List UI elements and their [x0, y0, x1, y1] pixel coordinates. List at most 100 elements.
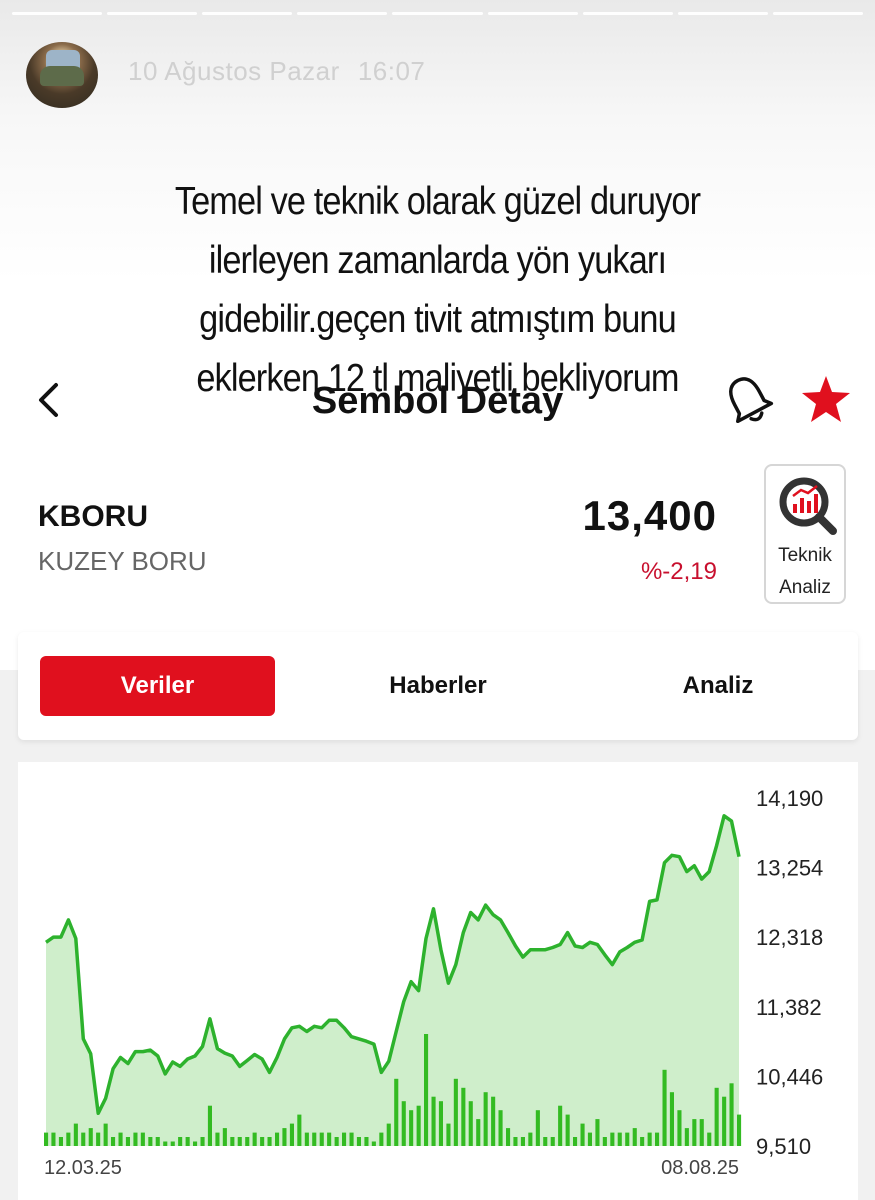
- y-tick-label: 10,446: [756, 1064, 823, 1089]
- progress-segment: [202, 12, 293, 15]
- volume-bar: [111, 1137, 116, 1146]
- analiz-label: Analiz: [779, 577, 831, 598]
- volume-bar: [513, 1137, 518, 1146]
- volume-bar: [379, 1132, 384, 1146]
- progress-segment: [487, 12, 578, 15]
- volume-bar: [140, 1132, 145, 1146]
- volume-bar: [550, 1137, 555, 1146]
- volume-bar: [88, 1128, 93, 1146]
- volume-bar: [506, 1128, 511, 1146]
- volume-bar: [632, 1128, 637, 1146]
- avatar[interactable]: [26, 42, 98, 108]
- progress-segment: [392, 12, 483, 15]
- volume-bar: [416, 1105, 421, 1146]
- volume-bar: [729, 1083, 734, 1146]
- volume-bar: [51, 1132, 56, 1146]
- volume-bar: [707, 1132, 712, 1146]
- volume-bar: [230, 1137, 235, 1146]
- volume-bar: [118, 1132, 123, 1146]
- progress-segment: [297, 12, 388, 15]
- story-progress-bar: [12, 12, 863, 15]
- volume-bar: [669, 1092, 674, 1146]
- caption-line: gidebilir.geçen tivit atmıştım bunu: [199, 298, 677, 341]
- volume-bar: [252, 1132, 257, 1146]
- volume-bar: [96, 1132, 101, 1146]
- caption-line: ilerleyen zamanlarda yön yukarı: [208, 239, 667, 282]
- volume-bar: [677, 1110, 682, 1146]
- progress-segment: [677, 12, 768, 15]
- volume-bar: [66, 1132, 71, 1146]
- story-caption: Temel ve teknik olarak güzel duruyor ile…: [0, 172, 875, 408]
- teknik-label: Teknik: [778, 545, 832, 566]
- volume-bar: [625, 1132, 630, 1146]
- volume-bar: [662, 1069, 667, 1146]
- tab-haberler[interactable]: Haberler: [318, 656, 558, 716]
- progress-segment: [582, 12, 673, 15]
- volume-bar: [245, 1137, 250, 1146]
- volume-bar: [371, 1141, 376, 1146]
- volume-bar: [282, 1128, 287, 1146]
- price-chart[interactable]: 14,190 13,254 12,318 11,382 10,446 9,510 12.03…: [18, 762, 858, 1200]
- price-area-fill: [46, 815, 739, 1146]
- volume-bar: [565, 1114, 570, 1146]
- volume-bar: [222, 1128, 227, 1146]
- volume-bar: [73, 1123, 78, 1146]
- y-tick-label: 12,318: [756, 925, 823, 950]
- volume-bar: [178, 1137, 183, 1146]
- volume-bar: [520, 1137, 525, 1146]
- volume-bar: [409, 1110, 414, 1146]
- volume-bar: [684, 1128, 689, 1146]
- volume-bar: [446, 1123, 451, 1146]
- volume-bar: [356, 1137, 361, 1146]
- y-tick-label: 9,510: [756, 1134, 811, 1159]
- volume-bar: [200, 1137, 205, 1146]
- y-tick-label: 14,190: [756, 786, 823, 811]
- volume-bar: [602, 1137, 607, 1146]
- volume-bar: [81, 1132, 86, 1146]
- volume-bar: [207, 1105, 212, 1146]
- volume-bar: [431, 1096, 436, 1146]
- progress-segment: [107, 12, 198, 15]
- volume-bar: [170, 1141, 175, 1146]
- volume-bar: [193, 1141, 198, 1146]
- volume-bar: [610, 1132, 615, 1146]
- volume-bar: [587, 1132, 592, 1146]
- last-price: 13,400: [582, 492, 717, 539]
- volume-bar: [528, 1132, 533, 1146]
- price-change: %-2,19: [640, 558, 717, 585]
- caption-line: eklerken 12 tl maliyetli bekliyorum: [196, 357, 679, 400]
- volume-bar: [595, 1119, 600, 1146]
- tab-veriler[interactable]: Veriler: [40, 656, 275, 716]
- volume-bar: [155, 1137, 160, 1146]
- volume-bar: [476, 1119, 481, 1146]
- volume-bar: [349, 1132, 354, 1146]
- volume-bar: [215, 1132, 220, 1146]
- volume-bar: [558, 1105, 563, 1146]
- volume-bar: [714, 1087, 719, 1146]
- teknik-analiz-button[interactable]: Teknik Analiz: [764, 464, 846, 604]
- volume-bar: [267, 1137, 272, 1146]
- volume-bar: [163, 1141, 168, 1146]
- y-tick-label: 11,382: [756, 995, 822, 1020]
- volume-bar: [394, 1078, 399, 1146]
- volume-bar: [289, 1123, 294, 1146]
- volume-bar: [737, 1114, 742, 1146]
- company-name: KUZEY BORU: [38, 546, 207, 576]
- volume-bar: [483, 1092, 488, 1146]
- analysis-magnifier-icon: [779, 477, 837, 535]
- progress-segment: [772, 12, 863, 15]
- price-chart-svg: 14,190 13,254 12,318 11,382 10,446 9,510 12.03…: [44, 786, 823, 1179]
- volume-bar: [468, 1101, 473, 1146]
- volume-bar: [237, 1137, 242, 1146]
- volume-bar: [148, 1137, 153, 1146]
- volume-bar: [319, 1132, 324, 1146]
- volume-bar: [498, 1110, 503, 1146]
- tab-analiz[interactable]: Analiz: [598, 656, 838, 716]
- volume-bar: [699, 1119, 704, 1146]
- volume-bar: [44, 1132, 49, 1146]
- volume-bar: [655, 1132, 660, 1146]
- volume-bar: [491, 1096, 496, 1146]
- volume-bar: [453, 1078, 458, 1146]
- volume-bar: [461, 1087, 466, 1146]
- volume-bar: [304, 1132, 309, 1146]
